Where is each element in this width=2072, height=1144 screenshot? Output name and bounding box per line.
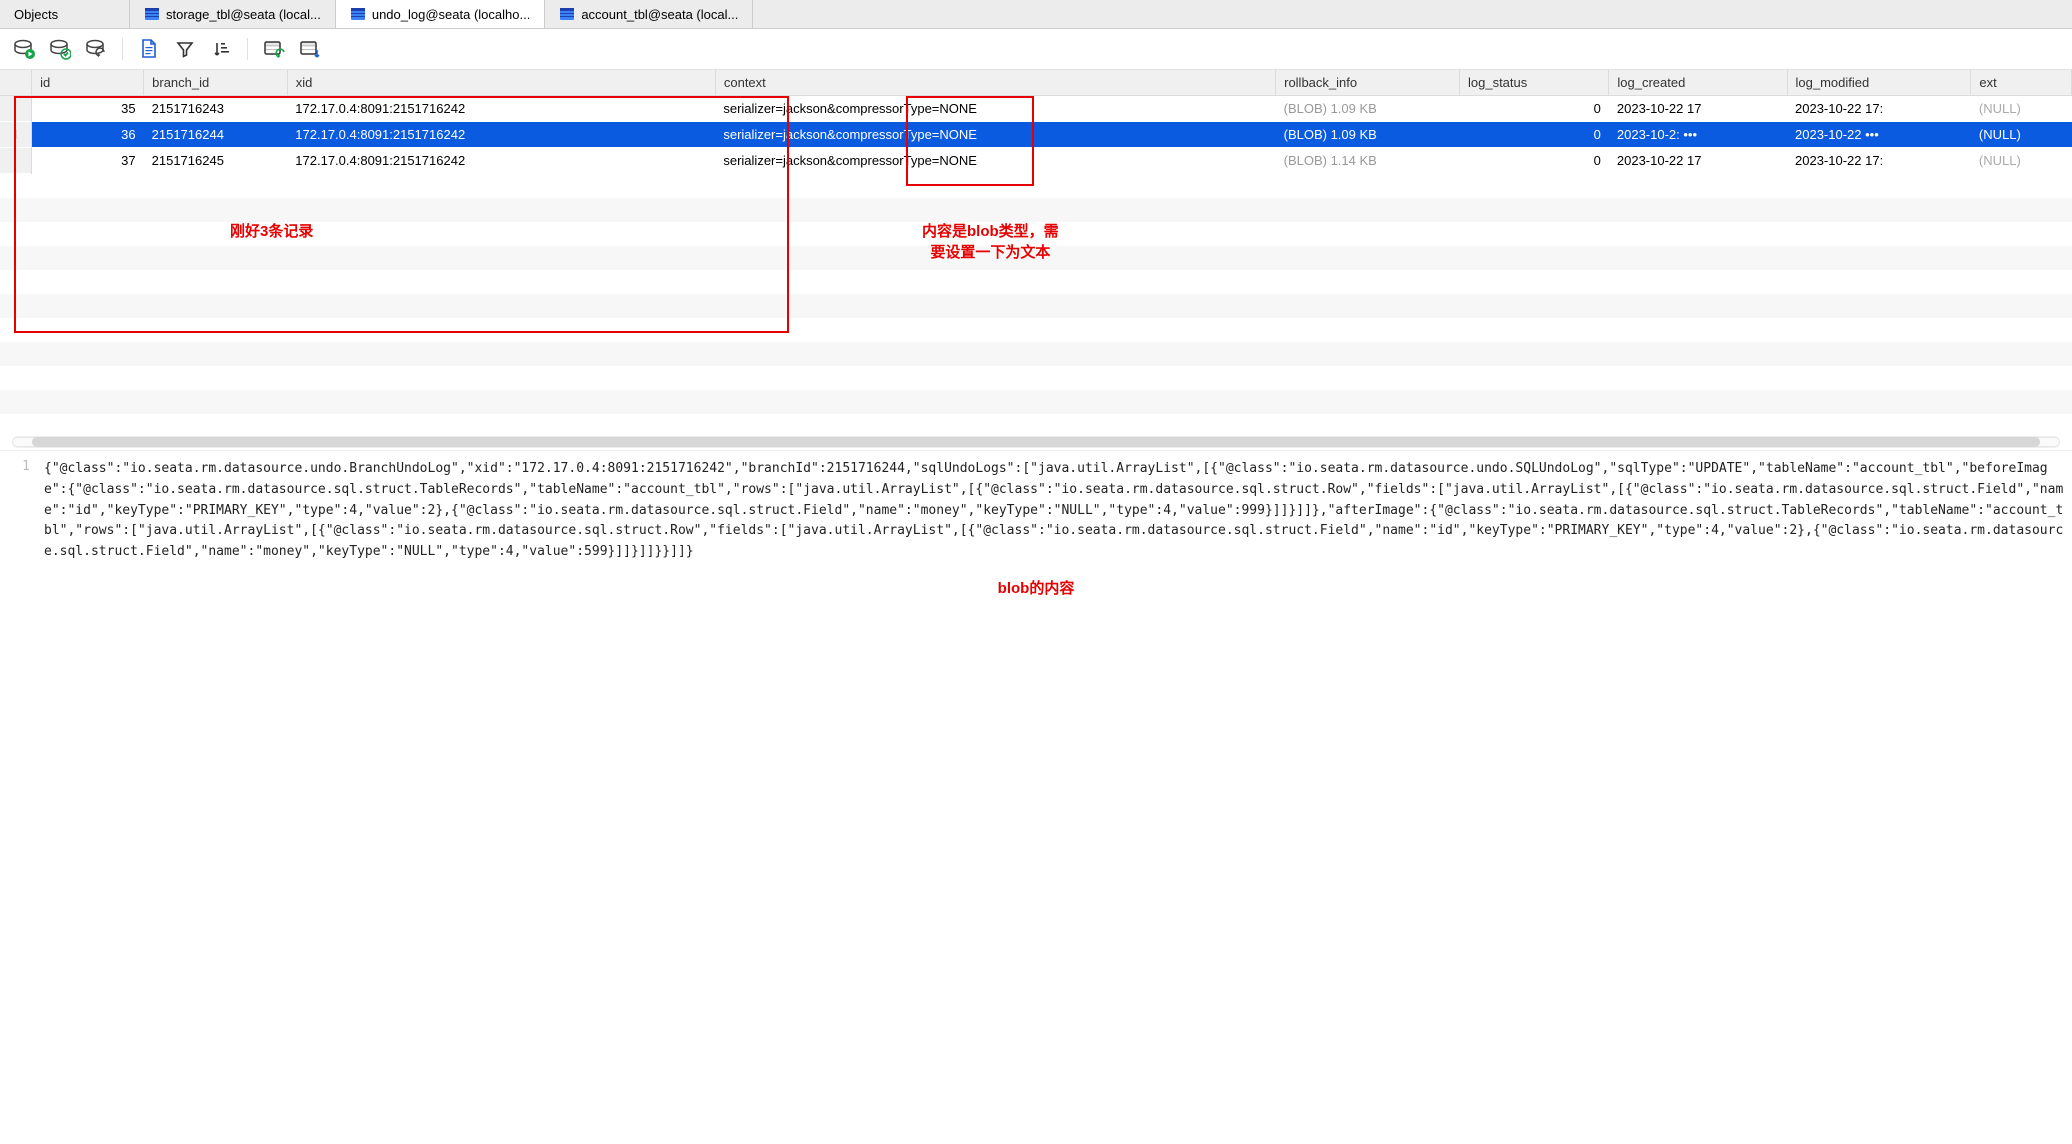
row-gutter[interactable] xyxy=(0,148,32,174)
table-icon xyxy=(350,6,366,22)
cell-log-status[interactable]: 0 xyxy=(1459,148,1608,174)
cell-log-status[interactable]: 0 xyxy=(1459,122,1608,148)
cell-xid[interactable]: 172.17.0.4:8091:2151716242 xyxy=(287,122,715,148)
export-button[interactable] xyxy=(296,35,324,63)
document-button[interactable] xyxy=(135,35,163,63)
cell-ext[interactable]: (NULL) xyxy=(1971,148,2072,174)
cell-xid[interactable]: 172.17.0.4:8091:2151716242 xyxy=(287,148,715,174)
tab-label: storage_tbl@seata (local... xyxy=(166,7,321,22)
cell-log-created[interactable]: 2023-10-22 17 xyxy=(1609,96,1787,122)
gutter-header xyxy=(0,70,32,96)
cell-log-modified[interactable]: 2023-10-22 17: xyxy=(1787,96,1971,122)
cell-id[interactable]: 35 xyxy=(32,96,144,122)
filter-button[interactable] xyxy=(171,35,199,63)
row-gutter[interactable] xyxy=(0,96,32,122)
cell-branch-id[interactable]: 2151716245 xyxy=(144,148,288,174)
row-gutter[interactable]: I xyxy=(0,122,32,148)
col-branch-id[interactable]: branch_id xyxy=(144,70,288,96)
table-row[interactable]: I362151716244172.17.0.4:8091:2151716242s… xyxy=(0,122,2072,148)
col-rollback-info[interactable]: rollback_info xyxy=(1276,70,1460,96)
cell-ext[interactable]: (NULL) xyxy=(1971,96,2072,122)
cell-branch-id[interactable]: 2151716244 xyxy=(144,122,288,148)
cell-context[interactable]: serializer=jackson&compressorType=NONE xyxy=(715,148,1275,174)
toolbar-divider xyxy=(247,38,248,60)
sort-button[interactable] xyxy=(207,35,235,63)
rollback-button[interactable] xyxy=(82,35,110,63)
detail-line-number: 1 xyxy=(0,451,40,571)
cell-context[interactable]: serializer=jackson&compressorType=NONE xyxy=(715,122,1275,148)
cell-log-status[interactable]: 0 xyxy=(1459,96,1608,122)
detail-content[interactable]: {"@class":"io.seata.rm.datasource.undo.B… xyxy=(40,451,2072,571)
col-log-created[interactable]: log_created xyxy=(1609,70,1787,96)
col-context[interactable]: context xyxy=(715,70,1275,96)
table-icon xyxy=(559,6,575,22)
table-row[interactable]: 372151716245172.17.0.4:8091:2151716242se… xyxy=(0,148,2072,174)
toolbar-divider xyxy=(122,38,123,60)
col-log-status[interactable]: log_status xyxy=(1459,70,1608,96)
cell-id[interactable]: 37 xyxy=(32,148,144,174)
cell-log-created[interactable]: 2023-10-2: ••• xyxy=(1609,122,1787,148)
tab-label: undo_log@seata (localho... xyxy=(372,7,530,22)
table-row[interactable]: 352151716243172.17.0.4:8091:2151716242se… xyxy=(0,96,2072,122)
tab-label: Objects xyxy=(14,7,58,22)
col-ext[interactable]: ext xyxy=(1971,70,2072,96)
col-id[interactable]: id xyxy=(32,70,144,96)
scrollbar-thumb[interactable] xyxy=(32,437,2039,447)
tab-account-tbl[interactable]: account_tbl@seata (local... xyxy=(545,0,753,28)
cell-xid[interactable]: 172.17.0.4:8091:2151716242 xyxy=(287,96,715,122)
horizontal-scrollbar[interactable] xyxy=(12,436,2060,448)
tabs-bar: Objects storage_tbl@seata (local... undo… xyxy=(0,0,2072,29)
col-log-modified[interactable]: log_modified xyxy=(1787,70,1971,96)
cell-ext[interactable]: (NULL) xyxy=(1971,122,2072,148)
tab-storage-tbl[interactable]: storage_tbl@seata (local... xyxy=(130,0,336,28)
data-grid[interactable]: id branch_id xid context rollback_info l… xyxy=(0,70,2072,174)
import-button[interactable] xyxy=(260,35,288,63)
run-button[interactable] xyxy=(10,35,38,63)
data-grid-wrapper: id branch_id xid context rollback_info l… xyxy=(0,70,2072,434)
tab-undo-log[interactable]: undo_log@seata (localho... xyxy=(336,0,545,28)
toolbar xyxy=(0,29,2072,70)
cell-log-created[interactable]: 2023-10-22 17 xyxy=(1609,148,1787,174)
tab-objects[interactable]: Objects xyxy=(0,0,130,28)
cell-log-modified[interactable]: 2023-10-22 ••• xyxy=(1787,122,1971,148)
cell-id[interactable]: 36 xyxy=(32,122,144,148)
cell-rollback-info[interactable]: (BLOB) 1.14 KB xyxy=(1276,148,1460,174)
detail-pane: 1 {"@class":"io.seata.rm.datasource.undo… xyxy=(0,450,2072,571)
commit-button[interactable] xyxy=(46,35,74,63)
cell-context[interactable]: serializer=jackson&compressorType=NONE xyxy=(715,96,1275,122)
table-icon xyxy=(144,6,160,22)
annotation-text-3: blob的内容 xyxy=(0,571,2072,604)
col-xid[interactable]: xid xyxy=(287,70,715,96)
cell-branch-id[interactable]: 2151716243 xyxy=(144,96,288,122)
cell-rollback-info[interactable]: (BLOB) 1.09 KB xyxy=(1276,122,1460,148)
tab-label: account_tbl@seata (local... xyxy=(581,7,738,22)
cell-rollback-info[interactable]: (BLOB) 1.09 KB xyxy=(1276,96,1460,122)
cell-log-modified[interactable]: 2023-10-22 17: xyxy=(1787,148,1971,174)
